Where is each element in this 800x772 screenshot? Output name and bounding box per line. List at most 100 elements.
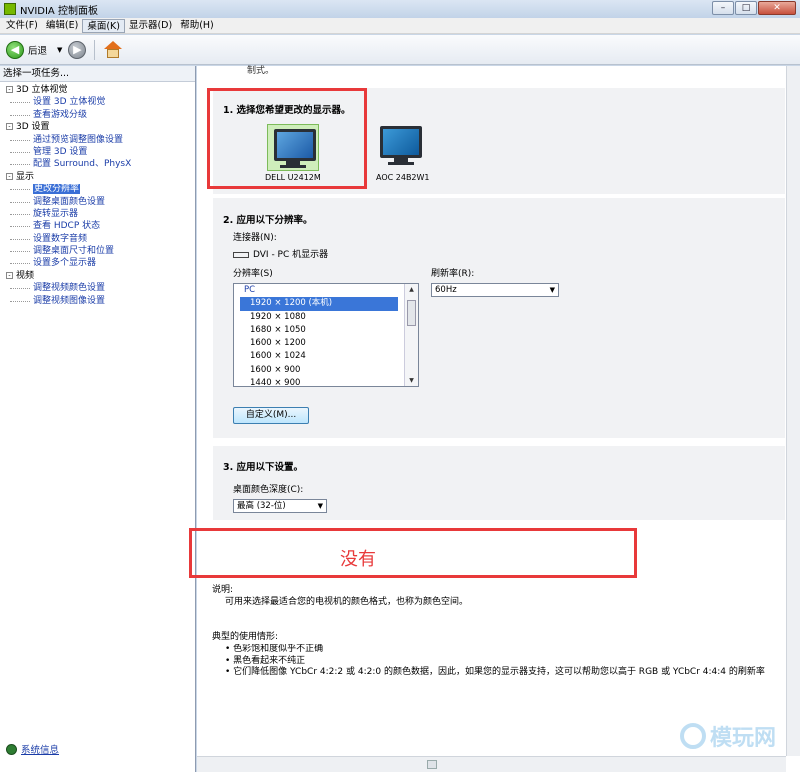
minimize-button[interactable]: – [712, 1, 734, 15]
tree-item-label[interactable]: 3D 立体视觉 [16, 85, 68, 95]
resolution-list: PC 1920 × 1200 (本机) 1920 × 1080 1680 × 1050… [234, 284, 418, 386]
annotation-box [189, 528, 637, 578]
tree-item-label[interactable]: 显示 [16, 172, 34, 182]
resolution-option[interactable]: 1600 × 1200 [234, 337, 392, 350]
tree-item-label[interactable]: 设置多个显示器 [33, 258, 96, 268]
typical-list: • 色彩饱和度似乎不正确 • 黑色看起来不纯正 • 它们降低图像 YCbCr 4… [225, 644, 785, 679]
tree-item-label[interactable]: 调整桌面颜色设置 [33, 197, 105, 207]
resolution-label: 分辨率(S) [233, 269, 273, 279]
tree-task-link[interactable]: 管理 3D 设置 [0, 146, 195, 158]
color-depth-label: 桌面颜色深度(C): [233, 485, 304, 495]
back-button[interactable]: 后退 [28, 43, 47, 57]
tree-task-link[interactable]: 调整桌面尺寸和位置 [0, 245, 195, 257]
back-arrow-icon[interactable]: ◀ [6, 40, 24, 59]
resolution-option[interactable]: 1920 × 1200 (本机) [240, 297, 398, 311]
back-history-dropdown-icon[interactable]: ▼ [57, 46, 62, 54]
tree-category[interactable]: - 视频 [0, 270, 195, 282]
tree-item-label[interactable]: 调整视频图像设置 [33, 296, 105, 306]
tree-category[interactable]: -3D 立体视觉 [0, 84, 195, 96]
collapse-toggle-icon[interactable]: - [6, 271, 13, 279]
collapse-toggle-icon[interactable]: - [6, 172, 13, 180]
toolbar-separator [94, 39, 96, 60]
menu-edit[interactable]: 编辑(E) [42, 19, 82, 33]
section3-title: 3. 应用以下设置。 [223, 462, 304, 473]
intro-text: 制式。 [247, 66, 275, 76]
monitor-aoc-label: AOC 24B2W1 [376, 173, 430, 182]
tree-task-link[interactable]: 调整视频图像设置 [0, 295, 195, 307]
color-depth-select[interactable]: 最高 (32-位) ▼ [233, 499, 327, 513]
monitor-aoc[interactable] [375, 126, 427, 165]
tree-task-link[interactable]: 通过预览调整图像设置 [0, 134, 195, 146]
resolution-option[interactable]: 1600 × 1024 [234, 350, 392, 363]
connector-value: DVI - PC 机显示器 [253, 250, 329, 260]
maximize-button[interactable]: □ [735, 1, 757, 15]
tree-task-link[interactable]: 设置数字音频 [0, 233, 195, 245]
system-info-label[interactable]: 系统信息 [21, 742, 59, 756]
home-icon[interactable] [103, 40, 123, 59]
tree-task-link[interactable]: 设置 3D 立体视觉 [0, 96, 195, 108]
toolbar: ◀ 后退 ▼ ▶ [0, 35, 800, 65]
horizontal-scrollbar[interactable] [197, 756, 786, 772]
tree-item-label[interactable]: 视频 [16, 271, 34, 281]
title-bar: NVIDIA 控制面板 – □ ✕ [0, 0, 800, 18]
connector-label: 连接器(N): [233, 233, 277, 243]
tree-category[interactable]: - 显示 [0, 171, 195, 183]
system-info-icon [6, 743, 17, 755]
tree-item-label[interactable]: 查看游戏分级 [33, 110, 87, 120]
description-text: 可用来选择最适合您的电视机的颜色格式，也称为颜色空间。 [225, 597, 469, 607]
tree-item-label[interactable]: 设置数字音频 [33, 234, 87, 244]
collapse-toggle-icon[interactable]: - [6, 86, 13, 93]
resolution-option[interactable]: 1600 × 900 [234, 364, 392, 377]
tree-task-link[interactable]: 设置多个显示器 [0, 257, 195, 269]
tree-item-label[interactable]: 3D 设置 [16, 122, 50, 132]
tree-item-label[interactable]: 旋转显示器 [33, 209, 78, 219]
tree-item-label[interactable]: 调整桌面尺寸和位置 [33, 246, 114, 256]
tree-task-link[interactable]: 调整桌面颜色设置 [0, 196, 195, 208]
tree-item-label[interactable]: 调整视频颜色设置 [33, 283, 105, 293]
scroll-thumb[interactable] [407, 300, 416, 326]
tree-task-link[interactable]: 查看 HDCP 状态 [0, 220, 195, 232]
customize-button[interactable]: 自定义(M)... [233, 407, 309, 424]
watermark-logo-icon [679, 723, 706, 749]
collapse-toggle-icon[interactable]: - [6, 123, 13, 131]
tree-item-label[interactable]: 查看 HDCP 状态 [33, 221, 100, 231]
system-info-link[interactable]: 系统信息 [6, 742, 59, 756]
list-item: • 黑色看起来不纯正 [225, 655, 306, 666]
menu-file[interactable]: 文件(F) [2, 19, 42, 33]
scroll-up-icon[interactable]: ▲ [405, 286, 418, 293]
watermark: 模玩网 [679, 720, 776, 752]
chevron-down-icon: ▼ [549, 286, 555, 294]
tree-item-label[interactable]: 更改分辨率 [33, 184, 81, 195]
tree-task-link[interactable]: 调整视频颜色设置 [0, 282, 195, 294]
connector-value-row: DVI - PC 机显示器 [233, 247, 328, 260]
tree-item-label[interactable]: 通过预览调整图像设置 [33, 135, 123, 145]
close-button[interactable]: ✕ [758, 1, 796, 15]
tree-item-label[interactable]: 配置 Surround、PhysX [33, 159, 131, 169]
tree-category[interactable]: -3D 设置 [0, 121, 195, 133]
tree-item-label[interactable]: 管理 3D 设置 [33, 147, 87, 157]
refresh-rate-select[interactable]: 60Hz ▼ [431, 283, 559, 297]
resolution-scrollbar[interactable]: ▲ ▼ [404, 284, 418, 386]
task-tree: -3D 立体视觉 设置 3D 立体视觉 查看游戏分级 -3D 设置 通过预览调整图像设置… [0, 82, 195, 307]
typical-title: 典型的使用情形: [212, 632, 279, 642]
resolution-option[interactable]: 1440 × 900 [234, 377, 392, 386]
menu-help[interactable]: 帮助(H) [176, 19, 218, 33]
menu-display[interactable]: 显示器(D) [125, 19, 176, 33]
monitor-icon [380, 126, 422, 158]
resolution-listbox[interactable]: PC 1920 × 1200 (本机) 1920 × 1080 1680 × 1050… [233, 283, 419, 387]
resolution-option[interactable]: 1680 × 1050 [234, 324, 392, 337]
tree-item-label[interactable]: 设置 3D 立体视觉 [33, 97, 105, 107]
scroll-down-icon[interactable]: ▼ [405, 377, 418, 384]
vertical-scrollbar[interactable] [786, 66, 800, 756]
menu-desktop[interactable]: 桌面(K) [82, 18, 125, 33]
tree-task-link[interactable]: 旋转显示器 [0, 208, 195, 220]
scroll-thumb[interactable] [427, 760, 437, 769]
tree-task-link[interactable]: 查看游戏分级 [0, 109, 195, 121]
forward-arrow-icon[interactable]: ▶ [68, 40, 87, 59]
list-item: • 色彩饱和度似乎不正确 [225, 644, 324, 654]
menu-bar: 文件(F) 编辑(E) 桌面(K) 显示器(D) 帮助(H) [0, 18, 800, 34]
description-title: 说明: [212, 585, 234, 595]
resolution-option[interactable]: 1920 × 1080 [234, 311, 392, 324]
tree-task-link[interactable]: 配置 Surround、PhysX [0, 158, 195, 170]
tree-task-link[interactable]: 更改分辨率 [0, 183, 195, 195]
